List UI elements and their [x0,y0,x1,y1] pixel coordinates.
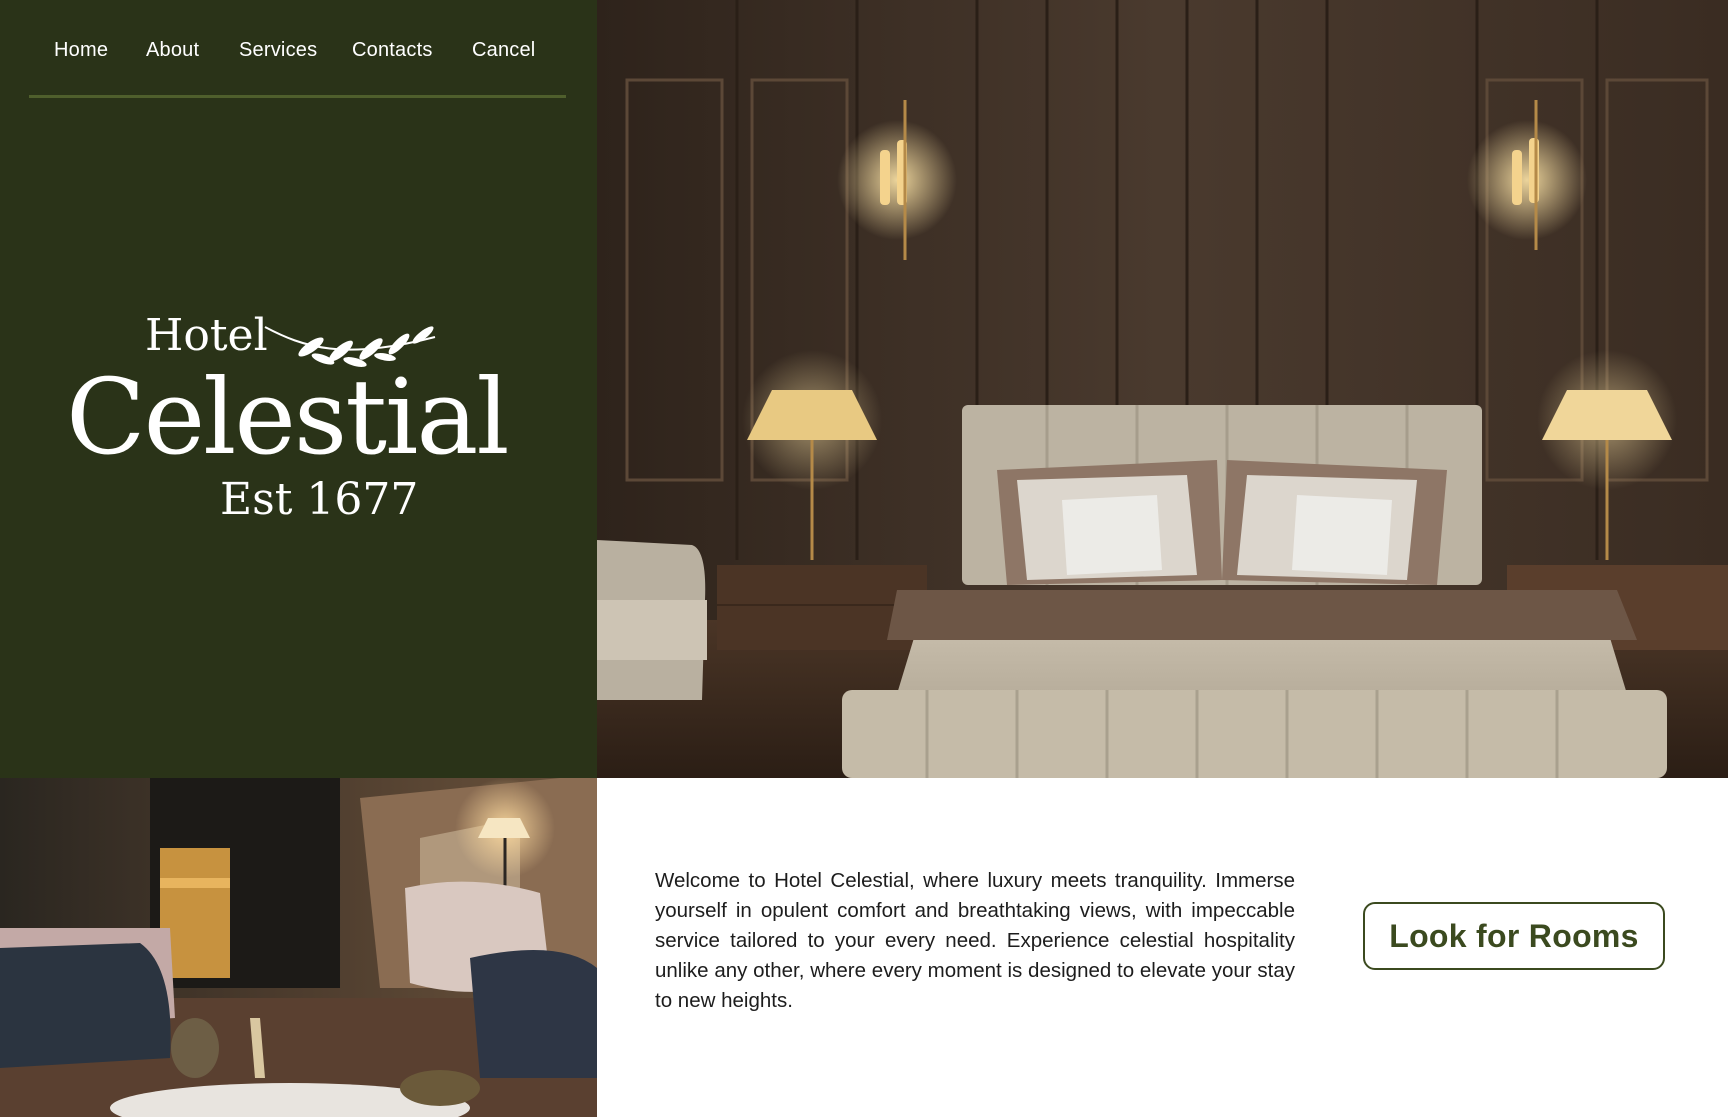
logo-established-text: Est 1677 [220,474,419,525]
lounge-image [0,778,597,1117]
page: Home About Services Contacts Cancel Hote… [0,0,1728,1117]
nav-cancel-link[interactable]: Cancel [472,38,535,62]
nav-home-link[interactable]: Home [54,38,108,62]
logo-celestial-text: Celestial [66,356,510,478]
bedroom-image [597,0,1728,778]
nav-about-link[interactable]: About [146,38,199,62]
brand-panel: Home About Services Contacts Cancel Hote… [0,0,597,778]
main-nav: Home About Services Contacts Cancel [0,0,597,100]
logo-hotel-text: Hotel [145,310,268,361]
nav-contacts-link[interactable]: Contacts [352,38,433,62]
nav-divider [29,95,566,98]
welcome-text: Welcome to Hotel Celestial, where luxury… [655,869,1295,1012]
nav-services-link[interactable]: Services [239,38,317,62]
hotel-logo: Hotel Celestial Est 1677 [60,305,540,535]
look-for-rooms-button[interactable]: Look for Rooms [1363,902,1665,970]
